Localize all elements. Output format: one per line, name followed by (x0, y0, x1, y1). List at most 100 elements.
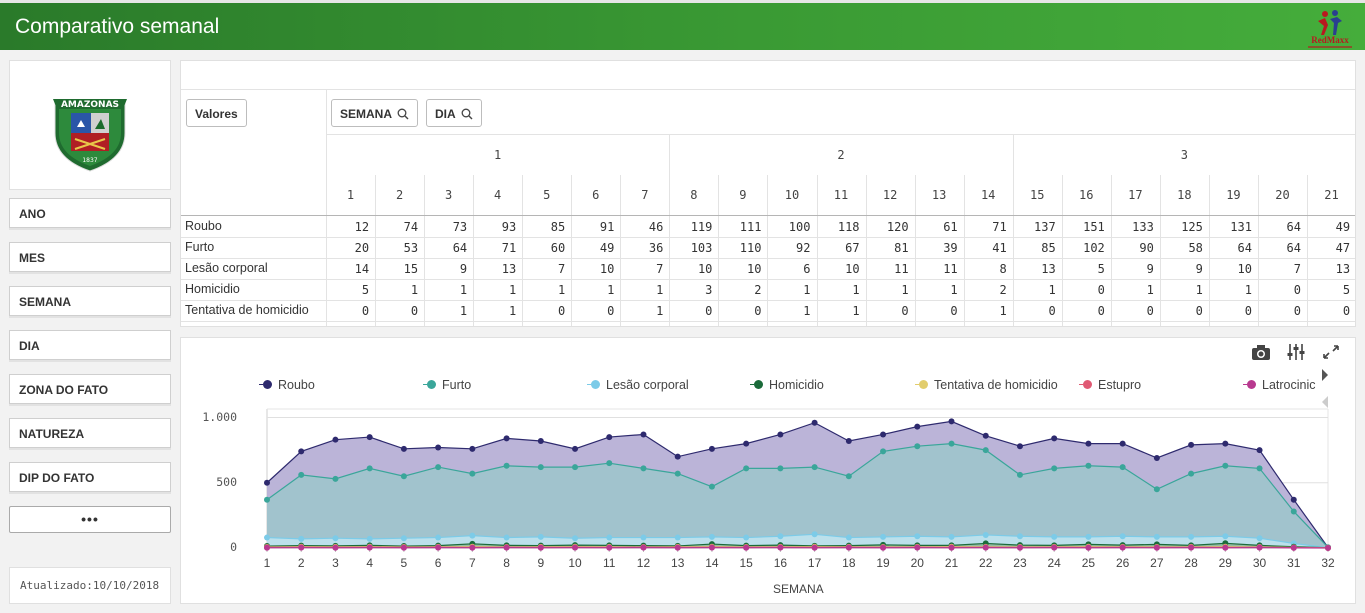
data-point (606, 544, 613, 551)
table-cell: 10 (1237, 262, 1252, 276)
table-cell: 1 (901, 283, 909, 297)
y-tick-label: 500 (216, 474, 237, 489)
data-point (503, 544, 510, 551)
data-point (572, 464, 579, 471)
filter-natureza-button[interactable]: NATUREZA (9, 418, 171, 448)
table-cell: 0 (375, 325, 418, 326)
redmaxx-logo[interactable]: RedMaxx (1306, 9, 1354, 49)
filter-zona-do-fato-button[interactable]: ZONA DO FATO (9, 374, 171, 404)
table-cell: 0 (1048, 304, 1056, 318)
table-cell: 0 (1209, 325, 1252, 326)
week-header: 1 (494, 148, 502, 162)
table-cell: 103 (690, 241, 713, 255)
data-point (640, 431, 647, 438)
valores-button[interactable]: Valores (186, 99, 247, 127)
data-point (332, 475, 339, 482)
x-tick-label: 1 (263, 556, 271, 570)
data-point (811, 419, 818, 426)
table-cell: 5 (1097, 262, 1105, 276)
table-cell: 14 (354, 262, 370, 276)
table-cell: 0 (473, 325, 516, 326)
x-axis-title: SEMANA (773, 582, 824, 596)
table-cell: 67 (845, 241, 860, 255)
semana-dimension-button[interactable]: SEMANA (331, 99, 419, 127)
x-tick-label: 15 (739, 556, 753, 570)
table-cell: 64 (1237, 241, 1252, 255)
table-cell: 0 (1097, 304, 1105, 318)
data-point (537, 464, 544, 471)
filter-semana-button[interactable]: SEMANA (9, 286, 171, 316)
table-cell: 1 (999, 304, 1007, 318)
data-point (743, 534, 750, 541)
table-cell: 0 (424, 325, 467, 326)
header-bottom-rule (181, 215, 1355, 216)
data-point (948, 440, 955, 447)
data-point (1119, 533, 1126, 540)
chart-panel: Roubo Furto Lesão corporal Homicidio Tentati… (180, 337, 1356, 604)
table-cell: 102 (1083, 241, 1105, 255)
data-point (1222, 462, 1229, 469)
data-point (1290, 544, 1297, 551)
data-point (606, 460, 613, 467)
table-cell: 49 (599, 241, 615, 255)
x-tick-label: 22 (979, 556, 993, 570)
table-cell: 13 (501, 262, 517, 276)
table-cell: 1 (852, 283, 860, 297)
filter-dip-do-fato-button[interactable]: DIP DO FATO (9, 462, 171, 492)
data-point (708, 445, 715, 452)
table-cell: 0 (866, 325, 908, 326)
data-point (948, 544, 955, 551)
search-icon (397, 108, 409, 123)
data-point (914, 533, 921, 540)
filter-mes-button[interactable]: MES (9, 242, 171, 272)
data-point (400, 544, 407, 551)
table-cell: 47 (1335, 241, 1351, 255)
row-rule (181, 279, 1355, 280)
more-filters-button[interactable]: ••• (9, 506, 171, 533)
filter-ano-button[interactable]: ANO (9, 198, 171, 228)
week-header: 3 (1180, 148, 1188, 162)
x-tick-label: 24 (1047, 556, 1061, 570)
filter-dia-button[interactable]: DIA (9, 330, 171, 360)
table-cell: 0 (326, 325, 369, 326)
table-cell: 0 (607, 304, 615, 318)
table-cell: 0 (361, 304, 370, 318)
table-cell: 119 (690, 220, 713, 234)
pivot-table-panel: Valores SEMANA DIA 1 2 3 1 2 3 4 5 6 7 8 9 10 11 12 13 1… (180, 60, 1356, 327)
x-tick-label: 5 (400, 556, 408, 570)
table-cell: 0 (901, 304, 909, 318)
table-cell: 110 (739, 241, 762, 255)
data-point (264, 496, 270, 503)
day-header: 13 (931, 188, 947, 202)
data-point (1188, 533, 1195, 540)
data-point (537, 533, 544, 540)
data-point (572, 544, 579, 551)
x-tick-label: 11 (603, 556, 616, 570)
data-point (880, 448, 887, 455)
data-point (777, 544, 784, 551)
table-cell: 81 (894, 241, 909, 255)
week-header: 2 (837, 148, 845, 162)
dia-dimension-button[interactable]: DIA (426, 99, 482, 127)
data-point (1016, 533, 1023, 540)
row-rule (181, 321, 1355, 322)
data-point (435, 464, 442, 471)
table-cell: 0 (705, 304, 713, 318)
data-point (845, 544, 852, 551)
dia-dimension-label: DIA (435, 107, 456, 121)
table-cell: 0 (1342, 304, 1351, 318)
x-tick-label: 16 (773, 556, 788, 570)
table-cell: 1 (558, 283, 566, 297)
table-cell: 1 (459, 283, 468, 297)
table-cell: 71 (992, 220, 1007, 234)
day-header: 8 (690, 188, 698, 202)
x-tick-label: 32 (1321, 556, 1335, 570)
data-point (640, 544, 647, 551)
day-header: 18 (1177, 188, 1192, 202)
data-point (1222, 544, 1229, 551)
y-tick-label: 0 (230, 540, 237, 554)
table-cell: 1 (950, 283, 958, 297)
day-header: 5 (543, 188, 551, 202)
table-cell: 60 (550, 241, 566, 255)
data-point (1119, 464, 1126, 471)
